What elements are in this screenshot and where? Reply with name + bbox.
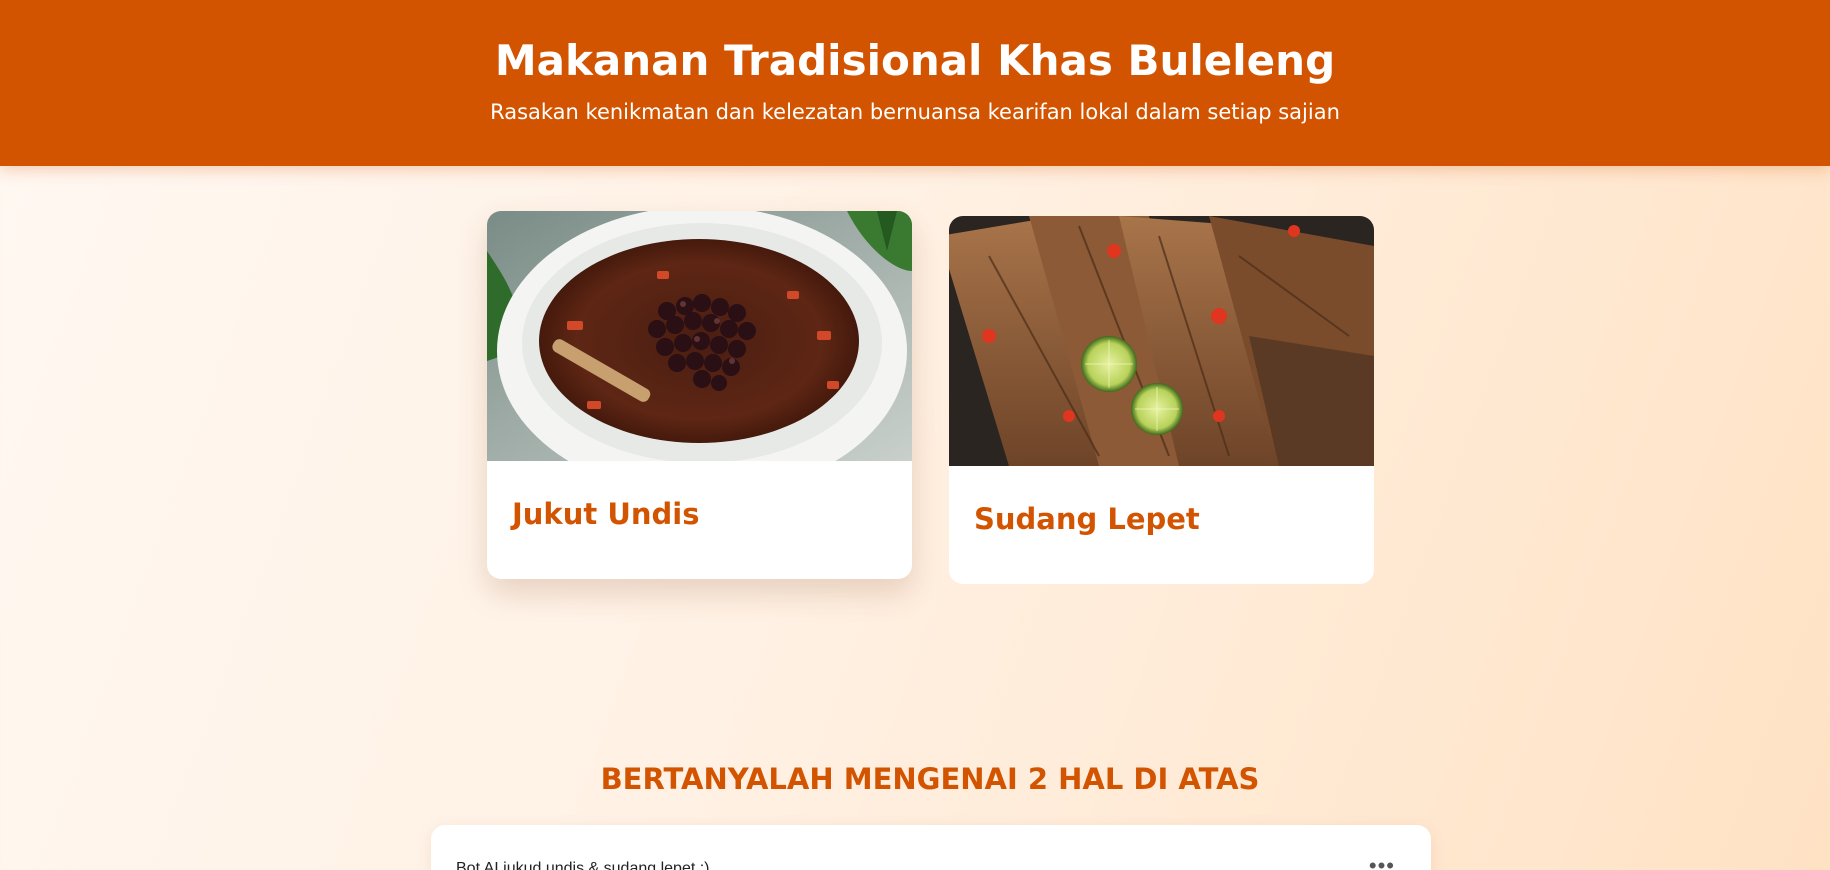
food-card-sudang-lepet[interactable]: Sudang Lepet [949,216,1374,584]
chatbot-greeting: Bot AI jukud undis & sudang lepet :) [456,860,710,870]
jukut-undis-image [487,211,912,461]
chatbot-panel[interactable]: Bot AI jukud undis & sudang lepet :) ••• [431,825,1431,870]
chat-section-heading: BERTANYALAH MENGENAI 2 HAL DI ATAS [600,762,1260,796]
card-title: Sudang Lepet [974,502,1200,536]
card-title: Jukut Undis [512,497,700,531]
page-title: Makanan Tradisional Khas Buleleng [494,36,1336,85]
sudang-lepet-image [949,216,1374,466]
page-subtitle: Rasakan kenikmatan dan kelezatan bernuan… [490,100,1340,124]
more-dots-icon[interactable]: ••• [1369,853,1395,870]
page-header: Makanan Tradisional Khas Buleleng Rasaka… [0,0,1830,166]
food-card-jukut-undis[interactable]: Jukut Undis [487,211,912,579]
